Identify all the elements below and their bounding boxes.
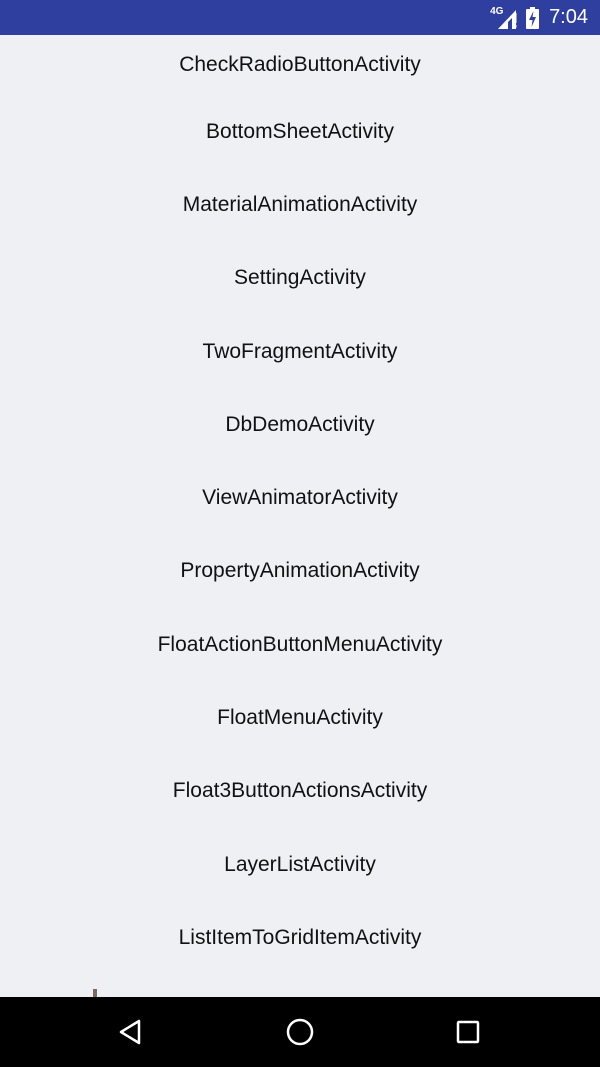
recents-icon <box>456 1020 480 1044</box>
list-item[interactable]: BottomSheetActivity <box>0 95 600 168</box>
list-item[interactable]: DbDemoActivity <box>0 388 600 461</box>
list-item[interactable]: SettingActivity <box>0 242 600 315</box>
back-icon <box>119 1019 141 1045</box>
battery-charging-icon <box>526 6 540 29</box>
list-item[interactable]: LayerListActivity <box>0 828 600 901</box>
activity-list[interactable]: CheckRadioButtonActivity BottomSheetActi… <box>0 35 600 997</box>
status-clock: 7:04 <box>549 6 588 28</box>
list-item[interactable]: FloatMenuActivity <box>0 681 600 754</box>
status-bar: 4G 7:04 <box>0 0 600 35</box>
list-item[interactable]: TwoFragmentActivity <box>0 315 600 388</box>
signal-icon <box>498 9 517 29</box>
list-item[interactable]: CheckRadioButtonActivity <box>0 35 600 95</box>
home-icon <box>286 1018 314 1046</box>
list-item[interactable]: Float3ButtonActionsActivity <box>0 755 600 828</box>
signal-indicator: 4G <box>490 6 520 29</box>
recents-button[interactable] <box>428 997 508 1067</box>
list-item[interactable]: PropertyAnimationActivity <box>0 535 600 608</box>
list-item[interactable]: ListItemToGridItemActivity <box>0 901 600 974</box>
status-icons: 4G 7:04 <box>490 0 588 35</box>
back-button[interactable] <box>91 997 171 1067</box>
list-item[interactable]: MaterialAnimationActivity <box>0 168 600 241</box>
list-item[interactable]: FloatActionButtonMenuActivity <box>0 608 600 681</box>
list-item[interactable]: ViewAnimatorActivity <box>0 461 600 534</box>
home-button[interactable] <box>260 997 340 1067</box>
navigation-bar <box>0 997 600 1067</box>
